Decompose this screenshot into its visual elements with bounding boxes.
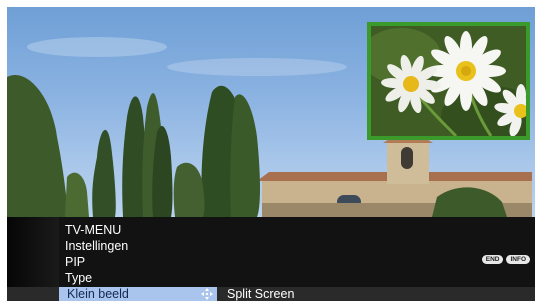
menu-item-pip[interactable]: PIP [65, 255, 85, 270]
menu-item-type[interactable]: Type [65, 271, 92, 286]
selected-option[interactable]: Klein beeld [59, 287, 217, 301]
selected-option-row[interactable]: Klein beeld Split Screen [7, 287, 535, 301]
end-button-badge[interactable]: END [481, 255, 504, 264]
menu-item-instellingen[interactable]: Instellingen [65, 239, 128, 254]
remote-button-hints: END INFO [481, 255, 530, 264]
info-button-badge[interactable]: INFO [506, 255, 530, 264]
pip-window [367, 22, 530, 140]
selected-option-value: Split Screen [227, 287, 295, 301]
tv-screen: TV-MENU Instellingen PIP Type END INFO K… [7, 7, 535, 301]
four-way-arrow-icon [201, 288, 213, 300]
selected-option-label: Klein beeld [67, 287, 129, 301]
menu-title: TV-MENU [65, 223, 122, 237]
